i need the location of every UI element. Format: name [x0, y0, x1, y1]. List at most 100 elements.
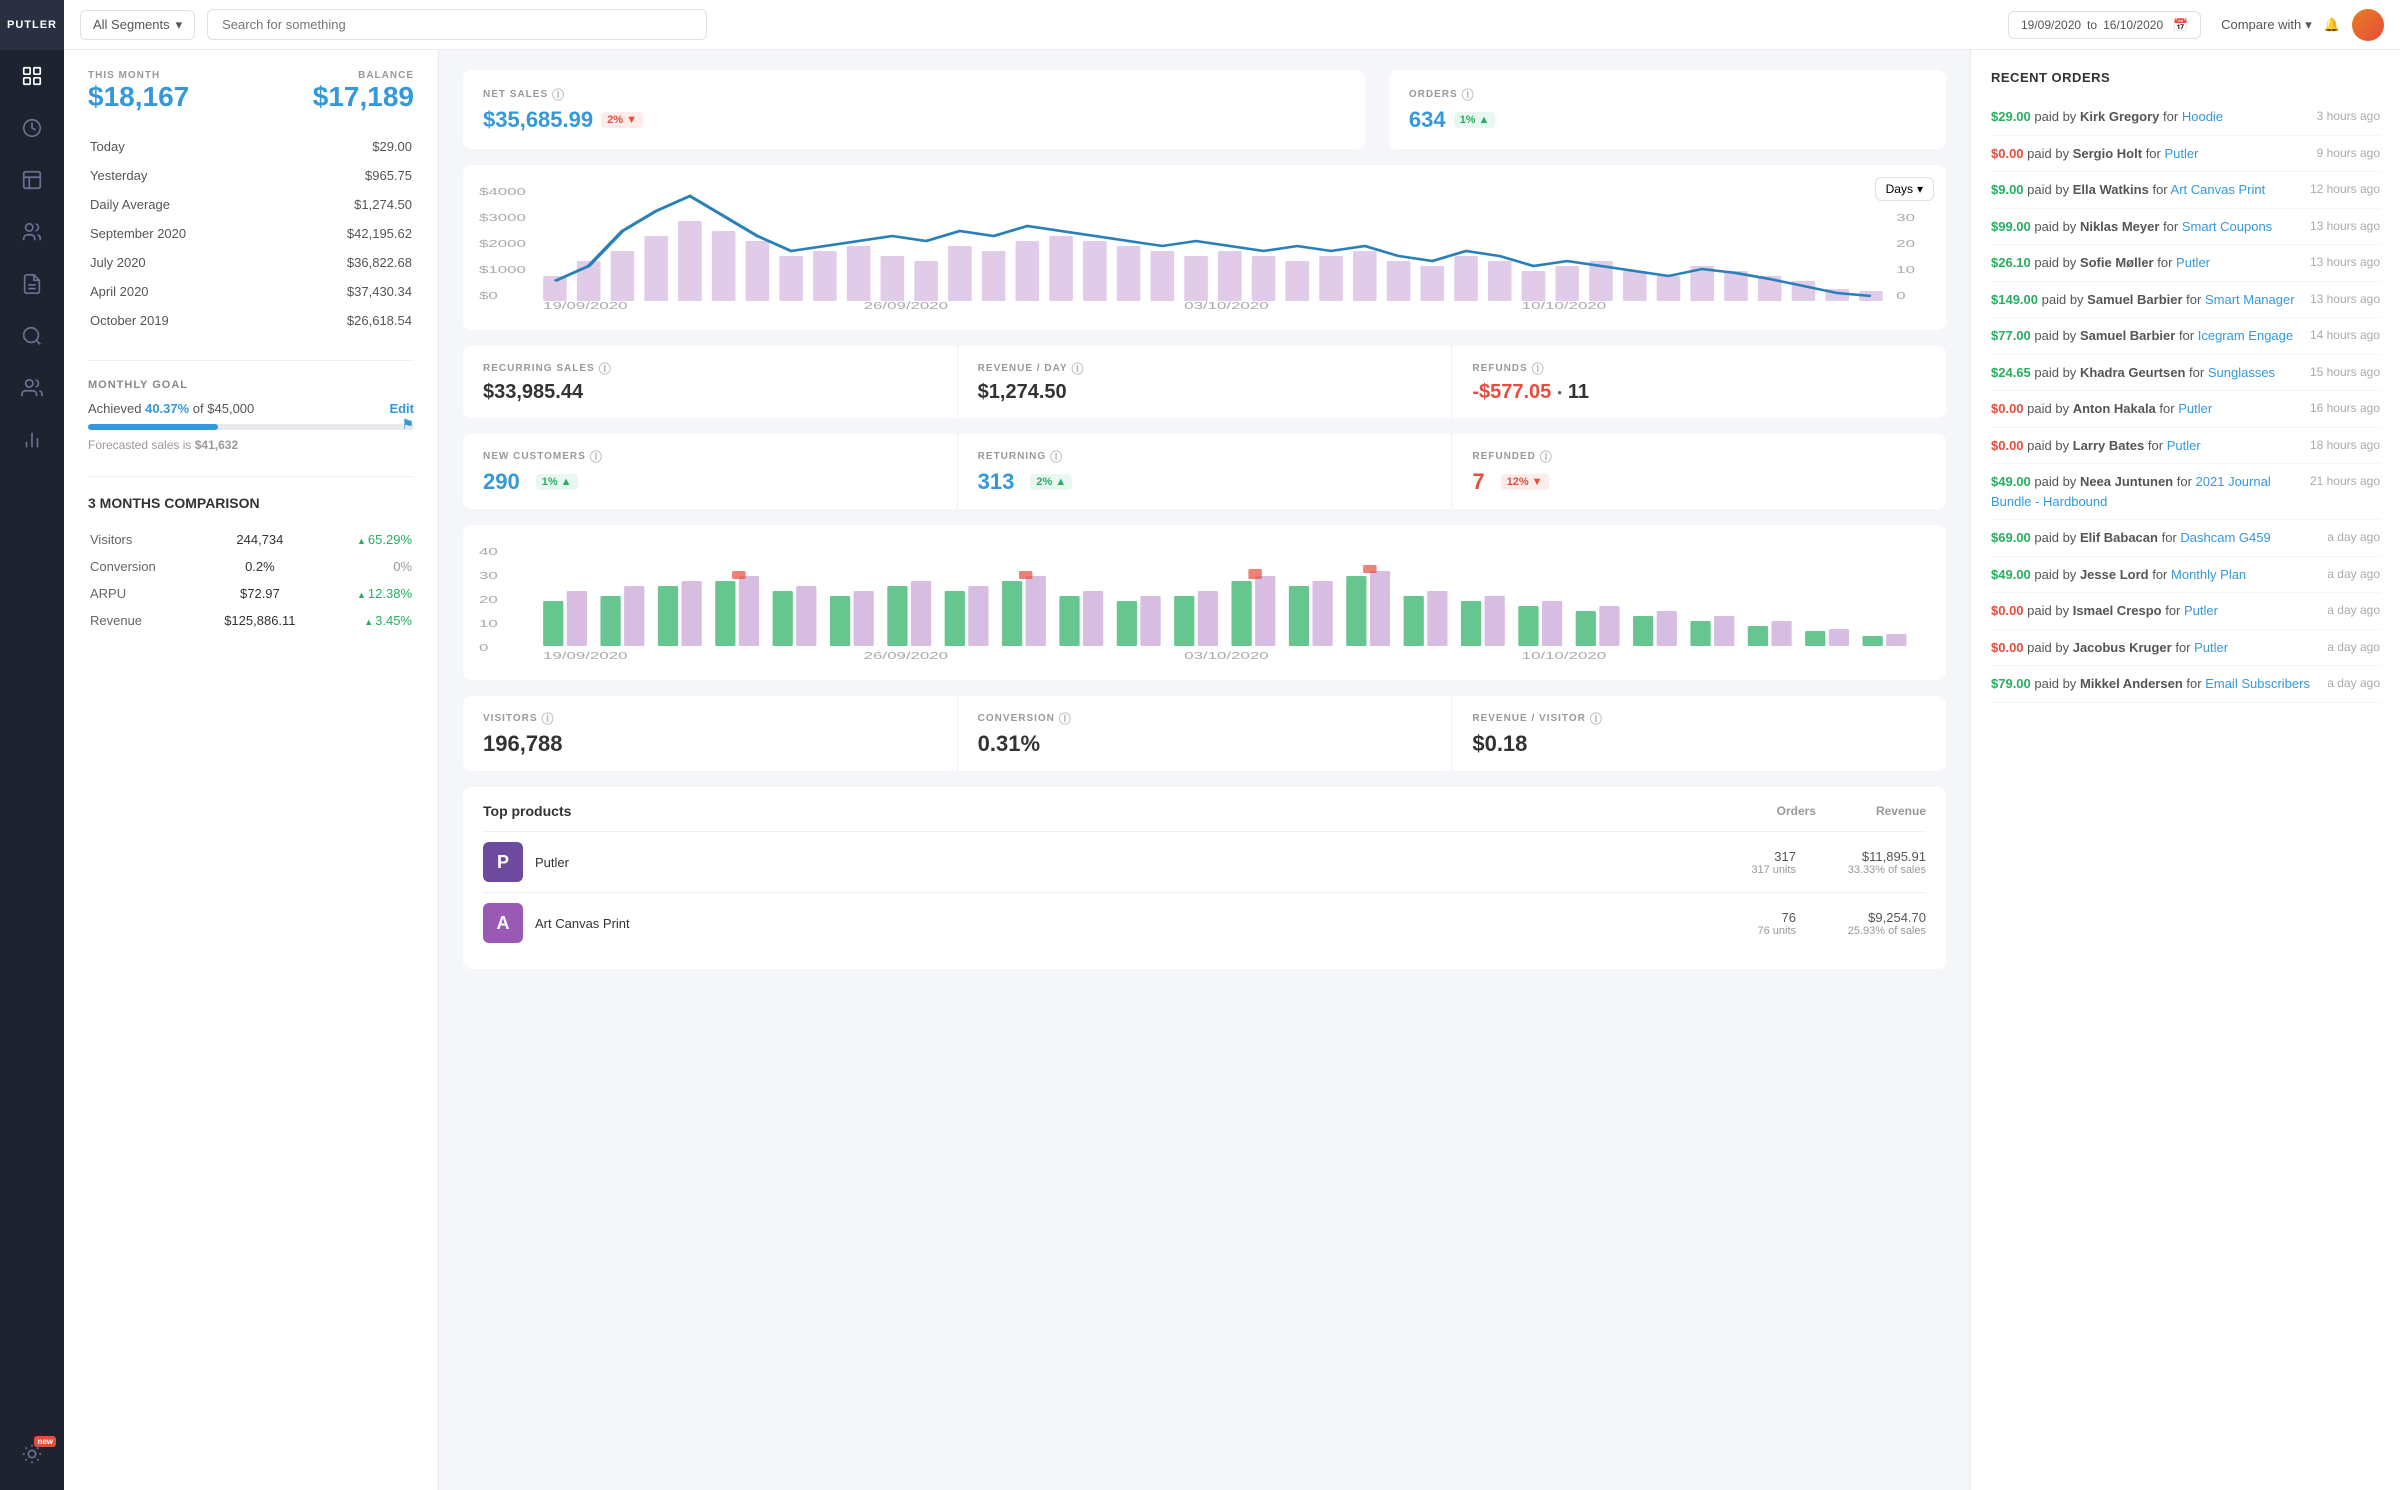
sidebar-item-customers[interactable]: [0, 206, 64, 258]
revday-info-icon[interactable]: ⓘ: [1072, 360, 1085, 377]
progress-bar: ⚑: [88, 424, 414, 430]
order-customer: Elif Babacan: [2080, 530, 2158, 545]
order-product-link[interactable]: Art Canvas Print: [2171, 182, 2266, 197]
sidebar-item-team[interactable]: [0, 362, 64, 414]
order-row: $29.00 paid by Kirk Gregory for Hoodie 3…: [1991, 99, 2380, 136]
progress-flag-icon: ⚑: [401, 416, 414, 433]
stat-label: Today: [90, 133, 281, 160]
right-panel: RECENT ORDERS $29.00 paid by Kirk Gregor…: [1970, 50, 2400, 1490]
net-sales-card: NET SALES ⓘ $35,685.99 2% ▼: [463, 70, 1365, 149]
order-customer: Ella Watkins: [2073, 182, 2149, 197]
svg-text:$0: $0: [479, 290, 498, 302]
product-name[interactable]: Putler: [535, 855, 1676, 870]
stats-row: Daily Average$1,274.50: [90, 191, 412, 218]
net-sales-info-icon[interactable]: ⓘ: [552, 86, 565, 103]
sidebar-item-reports[interactable]: [0, 258, 64, 310]
order-details: $0.00 paid by Jacobus Kruger for Putler: [1991, 638, 2315, 658]
user-avatar[interactable]: [2352, 9, 2384, 41]
revvis-info-icon[interactable]: ⓘ: [1590, 710, 1603, 727]
product-name[interactable]: Art Canvas Print: [535, 916, 1676, 931]
order-customer: Jesse Lord: [2080, 567, 2149, 582]
refunds-info-icon[interactable]: ⓘ: [1532, 360, 1545, 377]
order-details: $149.00 paid by Samuel Barbier for Smart…: [1991, 290, 2298, 310]
returning-value: 313 2% ▲: [978, 469, 1432, 495]
svg-text:19/09/2020: 19/09/2020: [543, 650, 628, 661]
segment-select[interactable]: All Segments ▾: [80, 10, 195, 40]
order-product-link[interactable]: Putler: [2178, 401, 2212, 416]
order-details: $0.00 paid by Sergio Holt for Putler: [1991, 144, 2305, 164]
sidebar-item-sales[interactable]: [0, 102, 64, 154]
returning-info-icon[interactable]: ⓘ: [1050, 448, 1063, 465]
sidebar-item-charts[interactable]: [0, 414, 64, 466]
conversion-info-icon[interactable]: ⓘ: [1059, 710, 1072, 727]
new-customers-value: 290 1% ▲: [483, 469, 937, 495]
sidebar: PUTLER: [0, 0, 64, 1490]
order-row: $24.65 paid by Khadra Geurtsen for Sungl…: [1991, 355, 2380, 392]
sidebar-item-dashboard[interactable]: [0, 50, 64, 102]
stat-value: $965.75: [283, 162, 412, 189]
orders-info-icon[interactable]: ⓘ: [1462, 86, 1475, 103]
comp-change: 0%: [321, 554, 412, 579]
order-customer: Niklas Meyer: [2080, 219, 2160, 234]
comparison-row: Revenue$125,886.113.45%: [90, 608, 412, 633]
order-amount: $49.00: [1991, 567, 2031, 582]
svg-text:10: 10: [1896, 264, 1915, 276]
comp-label: Visitors: [90, 527, 199, 552]
svg-text:03/10/2020: 03/10/2020: [1184, 650, 1269, 661]
order-row: $49.00 paid by Neea Juntunen for 2021 Jo…: [1991, 464, 2380, 520]
days-button[interactable]: Days ▾: [1875, 177, 1934, 201]
compare-button[interactable]: Compare with ▾: [2221, 17, 2312, 33]
visitors-card: VISITORS ⓘ 196,788: [463, 696, 958, 771]
search-input[interactable]: [207, 9, 707, 40]
order-amount: $49.00: [1991, 474, 2031, 489]
recurring-info-icon[interactable]: ⓘ: [599, 360, 612, 377]
sidebar-item-products[interactable]: [0, 154, 64, 206]
order-row: $79.00 paid by Mikkel Andersen for Email…: [1991, 666, 2380, 703]
order-product-link[interactable]: Putler: [2167, 438, 2201, 453]
sidebar-item-analytics[interactable]: [0, 310, 64, 362]
comp-value: 0.2%: [201, 554, 319, 579]
order-amount: $0.00: [1991, 401, 2024, 416]
svg-text:19/09/2020: 19/09/2020: [543, 300, 628, 311]
order-product-link[interactable]: Icegram Engage: [2198, 328, 2293, 343]
date-range-picker[interactable]: 19/09/2020 to 16/10/2020 📅: [2008, 11, 2201, 39]
order-time: 16 hours ago: [2310, 399, 2380, 415]
order-product-link[interactable]: Putler: [2194, 640, 2228, 655]
order-product-link[interactable]: Putler: [2164, 146, 2198, 161]
sidebar-item-integrations[interactable]: new: [0, 1428, 64, 1480]
notification-bell-icon[interactable]: 🔔: [2324, 17, 2340, 33]
order-product-link[interactable]: Putler: [2184, 603, 2218, 618]
order-product-link[interactable]: Smart Manager: [2205, 292, 2295, 307]
order-row: $0.00 paid by Sergio Holt for Putler 9 h…: [1991, 136, 2380, 173]
order-row: $77.00 paid by Samuel Barbier for Icegra…: [1991, 318, 2380, 355]
order-product-link[interactable]: Monthly Plan: [2171, 567, 2246, 582]
app-logo: PUTLER: [0, 0, 64, 50]
order-product-link[interactable]: Sunglasses: [2208, 365, 2275, 380]
order-product-link[interactable]: Hoodie: [2182, 109, 2223, 124]
newcust-info-icon[interactable]: ⓘ: [590, 448, 603, 465]
order-row: $0.00 paid by Larry Bates for Putler 18 …: [1991, 428, 2380, 465]
stat-value: $36,822.68: [283, 249, 412, 276]
refunds-dot: •: [1557, 385, 1562, 400]
compare-chevron-icon: ▾: [2305, 17, 2312, 33]
order-customer: Anton Hakala: [2073, 401, 2156, 416]
goal-edit-link[interactable]: Edit: [389, 401, 414, 416]
order-product-link[interactable]: Putler: [2176, 255, 2210, 270]
content-area: THIS MONTH $18,167 BALANCE $17,189 Today…: [64, 50, 2400, 1490]
returning-badge: 2% ▲: [1030, 474, 1072, 490]
svg-text:0: 0: [479, 642, 489, 654]
order-details: $26.10 paid by Sofie Møller for Putler: [1991, 253, 2298, 273]
refunded-info-icon[interactable]: ⓘ: [1540, 448, 1553, 465]
svg-text:26/09/2020: 26/09/2020: [864, 650, 949, 661]
order-product-link[interactable]: Smart Coupons: [2182, 219, 2272, 234]
order-amount: $0.00: [1991, 603, 2024, 618]
bar-chart-container: 40 30 20 10 0: [463, 525, 1946, 680]
comp-value: 244,734: [201, 527, 319, 552]
order-customer: Kirk Gregory: [2080, 109, 2159, 124]
visitors-info-icon[interactable]: ⓘ: [542, 710, 555, 727]
net-sales-value: $35,685.99: [483, 107, 593, 133]
order-product-link[interactable]: Dashcam G459: [2180, 530, 2270, 545]
order-time: a day ago: [2327, 674, 2380, 690]
order-details: $9.00 paid by Ella Watkins for Art Canva…: [1991, 180, 2298, 200]
order-product-link[interactable]: Email Subscribers: [2205, 676, 2310, 691]
